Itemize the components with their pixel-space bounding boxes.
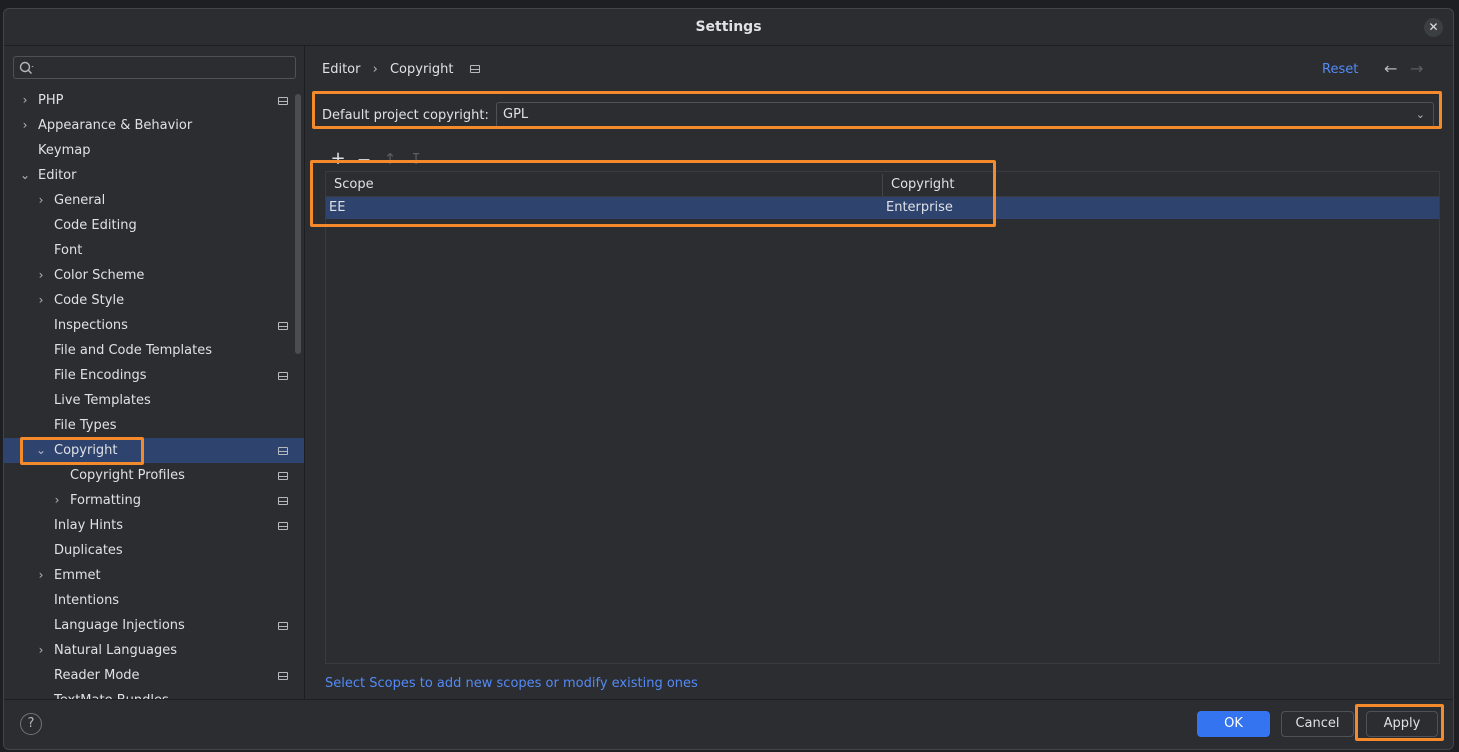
select-scopes-link[interactable]: Select Scopes to add new scopes or modif… <box>325 674 698 694</box>
ok-button[interactable]: OK <box>1197 711 1270 737</box>
sidebar-item-label: Keymap <box>38 143 91 158</box>
sidebar-item-code-style[interactable]: › Code Style <box>4 288 304 313</box>
chevron-right-icon[interactable]: › <box>19 113 31 138</box>
project-scope-icon <box>278 672 288 680</box>
project-scope-icon <box>278 497 288 505</box>
sidebar-item-reader-mode[interactable]: Reader Mode <box>4 663 304 688</box>
sidebar-item-file-types[interactable]: File Types <box>4 413 304 438</box>
dialog-footer: ? OK Cancel Apply <box>4 699 1453 749</box>
search-icon <box>19 61 34 74</box>
sidebar-item-label: General <box>54 193 106 208</box>
sidebar-item-label: Code Editing <box>54 218 137 233</box>
sidebar-item-label: Language Injections <box>54 618 185 633</box>
sidebar-item-appearance-behavior[interactable]: › Appearance & Behavior <box>4 113 304 138</box>
sidebar-item-duplicates[interactable]: Duplicates <box>4 538 304 563</box>
close-icon[interactable]: ✕ <box>1424 18 1443 37</box>
sidebar-item-label: Reader Mode <box>54 668 140 683</box>
back-arrow-icon[interactable]: ← <box>1384 59 1397 78</box>
sidebar-item-natural-languages[interactable]: › Natural Languages <box>4 638 304 663</box>
sidebar-item-label: File Encodings <box>54 368 147 383</box>
sidebar-item-emmet[interactable]: › Emmet <box>4 563 304 588</box>
breadcrumb-parent[interactable]: Editor <box>322 60 360 80</box>
project-scope-icon <box>278 97 288 105</box>
highlight-apply-button <box>1355 704 1444 741</box>
highlight-copyright-item <box>20 437 144 465</box>
project-scope-icon <box>278 472 288 480</box>
sidebar-item-code-editing[interactable]: Code Editing <box>4 213 304 238</box>
chevron-right-icon[interactable]: › <box>19 88 31 113</box>
sidebar-item-color-scheme[interactable]: › Color Scheme <box>4 263 304 288</box>
settings-dialog: Settings ✕ › PHP › Appearance & Behavior Key… <box>3 8 1454 750</box>
sidebar-item-label: Color Scheme <box>54 268 145 283</box>
sidebar-item-textmate-bundles[interactable]: TextMate Bundles <box>4 688 304 699</box>
sidebar-item-label: PHP <box>38 93 64 108</box>
sidebar-item-font[interactable]: Font <box>4 238 304 263</box>
chevron-right-icon[interactable]: › <box>35 638 47 663</box>
breadcrumb: Editor › Copyright <box>322 60 480 80</box>
sidebar-item-label: Appearance & Behavior <box>38 118 193 133</box>
chevron-right-icon[interactable]: › <box>35 563 47 588</box>
sidebar-item-general[interactable]: › General <box>4 188 304 213</box>
dialog-title: Settings <box>4 9 1453 46</box>
project-scope-icon <box>278 372 288 380</box>
highlight-default-copyright <box>312 91 1442 129</box>
sidebar-item-label: Editor <box>38 168 77 183</box>
sidebar-item-label: Formatting <box>70 493 142 508</box>
copyright-settings-panel: Editor › Copyright Reset ← → Default pro… <box>306 46 1453 699</box>
sidebar-item-live-templates[interactable]: Live Templates <box>4 388 304 413</box>
sidebar-item-file-and-code-templates[interactable]: File and Code Templates <box>4 338 304 363</box>
breadcrumb-current: Copyright <box>389 62 454 77</box>
chevron-right-icon[interactable]: › <box>35 263 47 288</box>
chevron-right-icon[interactable]: › <box>35 288 47 313</box>
sidebar-item-formatting[interactable]: › Formatting <box>4 488 304 513</box>
project-scope-icon <box>278 622 288 630</box>
help-icon[interactable]: ? <box>20 713 42 735</box>
project-scope-icon <box>278 322 288 330</box>
reset-link[interactable]: Reset <box>1322 60 1358 80</box>
settings-tree: › PHP › Appearance & Behavior Keymap ⌄ Editor ›… <box>4 88 304 699</box>
search-input[interactable] <box>13 56 296 79</box>
sidebar-item-label: Inlay Hints <box>54 518 123 533</box>
sidebar-item-keymap[interactable]: Keymap <box>4 138 304 163</box>
project-scope-icon <box>469 65 480 73</box>
sidebar-item-label: File Types <box>54 418 117 433</box>
chevron-down-icon[interactable]: ⌄ <box>19 163 31 188</box>
sidebar-item-label: Emmet <box>54 568 101 583</box>
sidebar-item-intentions[interactable]: Intentions <box>4 588 304 613</box>
sidebar-item-label: Natural Languages <box>54 643 178 658</box>
sidebar-item-inlay-hints[interactable]: Inlay Hints <box>4 513 304 538</box>
sidebar-item-label: Code Style <box>54 293 125 308</box>
sidebar-item-label: Font <box>54 243 83 258</box>
breadcrumb-separator: › <box>372 62 378 77</box>
sidebar-item-label: Duplicates <box>54 543 123 558</box>
sidebar-item-label: Intentions <box>54 593 120 608</box>
sidebar-item-label: Copyright Profiles <box>70 468 185 483</box>
sidebar-item-inspections[interactable]: Inspections <box>4 313 304 338</box>
chevron-right-icon[interactable]: › <box>35 188 47 213</box>
cancel-button[interactable]: Cancel <box>1281 711 1354 737</box>
sidebar-item-language-injections[interactable]: Language Injections <box>4 613 304 638</box>
sidebar-item-label: Inspections <box>54 318 128 333</box>
chevron-right-icon[interactable]: › <box>51 488 63 513</box>
sidebar-item-label: TextMate Bundles <box>54 688 169 699</box>
sidebar-item-copyright-profiles[interactable]: Copyright Profiles <box>4 463 304 488</box>
project-scope-icon <box>278 447 288 455</box>
scope-copyright-table: Scope Copyright EE Enterprise <box>325 171 1440 664</box>
sidebar-item-file-encodings[interactable]: File Encodings <box>4 363 304 388</box>
forward-arrow-icon[interactable]: → <box>1410 59 1423 78</box>
sidebar-item-label: File and Code Templates <box>54 343 212 358</box>
sidebar-item-label: Live Templates <box>54 393 151 408</box>
settings-sidebar: › PHP › Appearance & Behavior Keymap ⌄ Editor ›… <box>4 46 305 699</box>
sidebar-item-editor[interactable]: ⌄ Editor <box>4 163 304 188</box>
highlight-scope-table <box>310 160 996 227</box>
project-scope-icon <box>278 522 288 530</box>
sidebar-item-php[interactable]: › PHP <box>4 88 304 113</box>
sidebar-scrollbar[interactable] <box>295 94 301 354</box>
